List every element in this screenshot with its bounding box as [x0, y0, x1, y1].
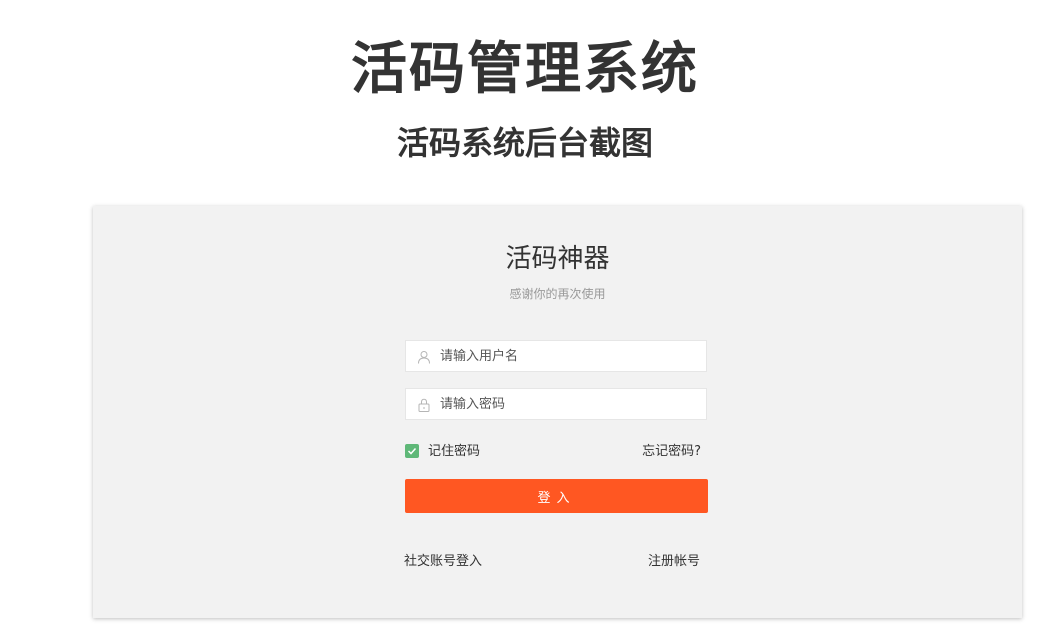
register-link[interactable]: 注册帐号	[648, 552, 700, 572]
page: 活码管理系统 活码系统后台截图 活码神器 感谢你的再次使用 请输入用户名 记住密…	[0, 0, 1050, 631]
login-app-title: 活码神器	[505, 244, 610, 274]
remember-row: 记住密码 忘记密码?	[405, 442, 707, 462]
username-input[interactable]	[440, 341, 700, 371]
password-field[interactable]	[405, 388, 707, 420]
remember-label[interactable]: 记住密码	[428, 442, 480, 462]
page-subtitle: 活码系统后台截图	[396, 124, 653, 162]
password-input[interactable]	[440, 389, 700, 419]
forgot-password-link[interactable]: 忘记密码?	[642, 442, 701, 462]
user-icon	[418, 351, 430, 364]
username-field[interactable]	[405, 340, 707, 372]
login-app-subtitle: 感谢你的再次使用	[509, 287, 606, 301]
social-login-link[interactable]: 社交账号登入	[404, 552, 482, 572]
page-title: 活码管理系统	[351, 37, 699, 102]
login-button[interactable]: 登入	[405, 479, 708, 513]
remember-checkbox[interactable]	[405, 444, 419, 458]
check-icon	[407, 447, 417, 455]
login-screenshot-panel: 活码神器 感谢你的再次使用 记住密码 忘记密码?	[93, 206, 1022, 618]
lock-icon	[418, 398, 430, 412]
